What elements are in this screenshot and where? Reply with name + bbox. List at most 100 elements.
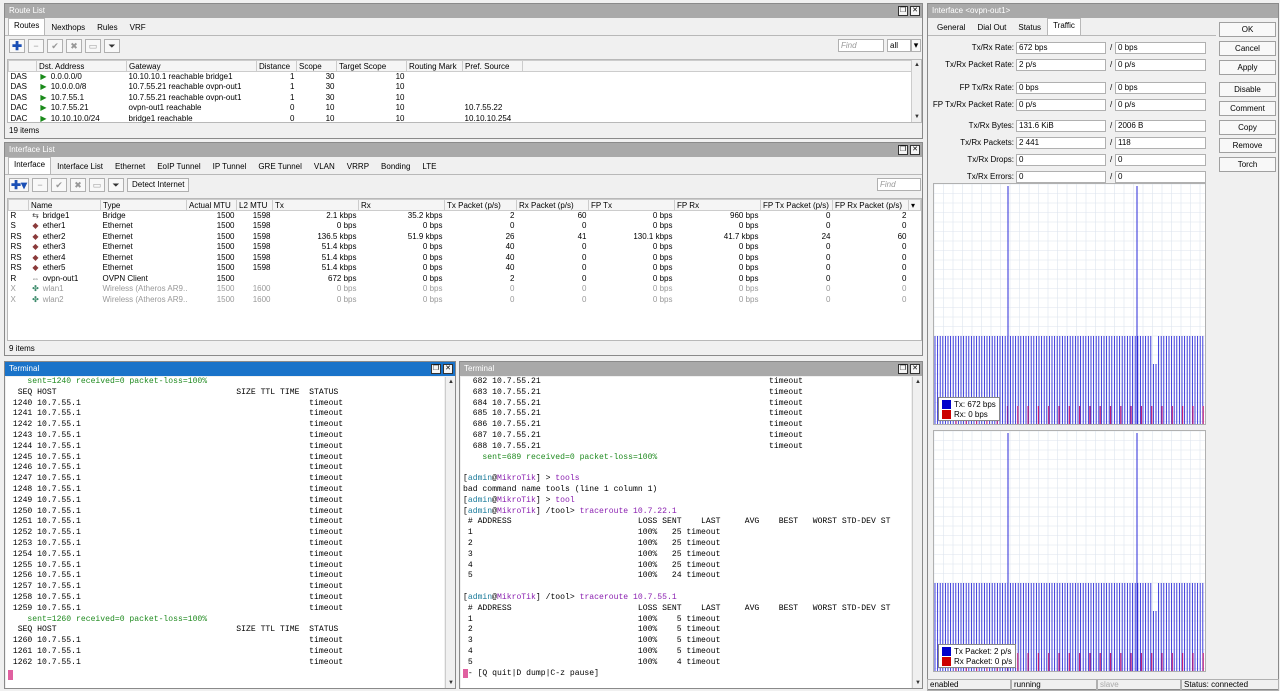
route-tab-vrf[interactable]: VRF: [124, 20, 152, 35]
interface-tab-gre-tunnel[interactable]: GRE Tunnel: [252, 159, 308, 174]
column-header-gateway[interactable]: Gateway: [126, 60, 257, 72]
route-tab-routes[interactable]: Routes: [8, 18, 46, 35]
apply-button[interactable]: Apply: [1219, 60, 1276, 75]
terminal1-output[interactable]: sent=1240 received=0 packet-loss=100% SE…: [6, 377, 444, 688]
terminal2-scrollbar[interactable]: ▲ ▼: [912, 377, 922, 688]
column-header-fp-rx-packet-p-s[interactable]: FP Rx Packet (p/s): [832, 199, 909, 211]
column-header-flag[interactable]: [8, 199, 29, 211]
route-tab-rules[interactable]: Rules: [91, 20, 123, 35]
restore-icon[interactable]: ❐: [898, 145, 908, 155]
column-header-name[interactable]: Name: [28, 199, 101, 211]
remove-button[interactable]: Remove: [1219, 138, 1276, 153]
close-icon[interactable]: ✕: [910, 364, 920, 374]
table-row[interactable]: DAC ▶ 10.10.10.0/24 bridge1 reachable 0 10 10…: [9, 114, 912, 125]
route-scrollbar[interactable]: ▲ ▼: [911, 60, 921, 122]
column-header-rx-packet-p-s[interactable]: Rx Packet (p/s): [516, 199, 589, 211]
scroll-down-icon[interactable]: ▼: [446, 678, 455, 688]
restore-icon[interactable]: ❐: [898, 6, 908, 16]
column-header-flag[interactable]: [8, 60, 37, 72]
table-row[interactable]: DAS ▶ 10.7.55.1 10.7.55.21 reachable ovpn-…: [9, 93, 912, 104]
remove-icon[interactable]: −: [32, 178, 48, 192]
route-list-titlebar[interactable]: Route List ❐ ✕: [5, 4, 922, 18]
column-header-tx[interactable]: Tx: [272, 199, 359, 211]
scroll-down-icon[interactable]: ▼: [912, 112, 922, 122]
column-menu-icon[interactable]: ▾: [908, 199, 921, 211]
interface-tab-lte[interactable]: LTE: [416, 159, 442, 174]
comment-button[interactable]: Comment: [1219, 101, 1276, 116]
column-header-tx-packet-p-s[interactable]: Tx Packet (p/s): [444, 199, 517, 211]
column-header-distance[interactable]: Distance: [256, 60, 297, 72]
scroll-up-icon[interactable]: ▲: [912, 60, 922, 70]
interface-tab-bonding[interactable]: Bonding: [375, 159, 416, 174]
terminal1-titlebar[interactable]: Terminal ❐ ✕: [5, 362, 455, 376]
interface-detail-titlebar[interactable]: Interface <ovpn-out1>: [928, 4, 1278, 18]
column-header-target-scope[interactable]: Target Scope: [336, 60, 407, 72]
disable-icon[interactable]: ✖: [70, 178, 86, 192]
disable-button[interactable]: Disable: [1219, 82, 1276, 97]
terminal2-output[interactable]: 682 10.7.55.21 timeout 683 10.7.55.21 ti…: [461, 377, 911, 688]
table-row[interactable]: S ◆ ether1 Ethernet 1500 1598 0 bps 0 bps 0 0 0 b…: [9, 221, 921, 232]
scroll-down-icon[interactable]: ▼: [913, 678, 922, 688]
add-icon[interactable]: ✚: [9, 39, 25, 53]
terminal1-scrollbar[interactable]: ▲ ▼: [445, 377, 455, 688]
column-header-l2-mtu[interactable]: L2 MTU: [236, 199, 273, 211]
table-row[interactable]: DAS ▶ 10.0.0.0/8 10.7.55.21 reachable ovpn…: [9, 82, 912, 93]
terminal2-titlebar[interactable]: Terminal ❐ ✕: [460, 362, 922, 376]
close-icon[interactable]: ✕: [443, 364, 453, 374]
column-header-rx[interactable]: Rx: [358, 199, 445, 211]
restore-icon[interactable]: ❐: [898, 364, 908, 374]
close-icon[interactable]: ✕: [910, 6, 920, 16]
interface-list-titlebar[interactable]: Interface List ❐ ✕: [5, 143, 922, 157]
interface-tab-interface[interactable]: Interface: [8, 157, 52, 174]
table-row[interactable]: R ⇔ ovpn-out1 OVPN Client 1500 672 bps 0 bps 2…: [9, 274, 921, 285]
table-row[interactable]: X ✤ wlan1 Wireless (Atheros AR9... 1500 1600…: [9, 284, 921, 295]
table-row[interactable]: X ✤ wlan2 Wireless (Atheros AR9... 1500 1600…: [9, 295, 921, 306]
column-header-dst-address[interactable]: Dst. Address: [36, 60, 127, 72]
route-find-input[interactable]: Find: [838, 39, 884, 52]
detail-tab-traffic[interactable]: Traffic: [1047, 18, 1081, 35]
detail-tab-dial-out[interactable]: Dial Out: [971, 20, 1012, 35]
table-row[interactable]: RS ◆ ether5 Ethernet 1500 1598 51.4 kbps 0 bps…: [9, 263, 921, 274]
column-header-actual-mtu[interactable]: Actual MTU: [186, 199, 237, 211]
table-row[interactable]: DAC ▶ 10.7.55.21 ovpn-out1 reachable 0 10 10 1…: [9, 103, 912, 114]
detail-tab-general[interactable]: General: [931, 20, 971, 35]
filter-icon[interactable]: ⏷: [108, 178, 124, 192]
torch-button[interactable]: Torch: [1219, 157, 1276, 172]
ok-button[interactable]: OK: [1219, 22, 1276, 37]
copy-button[interactable]: Copy: [1219, 120, 1276, 135]
route-tab-nexthops[interactable]: Nexthops: [45, 20, 91, 35]
interface-tab-interface-list[interactable]: Interface List: [51, 159, 109, 174]
enable-icon[interactable]: ✔: [51, 178, 67, 192]
close-icon[interactable]: ✕: [910, 145, 920, 155]
remove-icon[interactable]: −: [28, 39, 44, 53]
detect-internet-button[interactable]: Detect Internet: [127, 178, 190, 192]
scroll-up-icon[interactable]: ▲: [913, 377, 922, 387]
interface-tab-vrrp[interactable]: VRRP: [341, 159, 375, 174]
column-header-scope[interactable]: Scope: [296, 60, 337, 72]
column-header-fp-tx-packet-p-s[interactable]: FP Tx Packet (p/s): [760, 199, 833, 211]
comment-icon[interactable]: ▭: [85, 39, 101, 53]
detail-tab-status[interactable]: Status: [1012, 20, 1047, 35]
scroll-up-icon[interactable]: ▲: [446, 377, 455, 387]
interface-tab-eoip-tunnel[interactable]: EoIP Tunnel: [151, 159, 206, 174]
table-row[interactable]: DAS ▶ 0.0.0.0/0 10.10.10.1 reachable bridg…: [9, 72, 912, 83]
add-dropdown-icon[interactable]: ✚▾: [9, 178, 29, 192]
table-row[interactable]: RS ◆ ether4 Ethernet 1500 1598 51.4 kbps 0 bps…: [9, 253, 921, 264]
filter-icon[interactable]: ⏷: [104, 39, 120, 53]
column-header-type[interactable]: Type: [100, 199, 187, 211]
cancel-button[interactable]: Cancel: [1219, 41, 1276, 56]
table-row[interactable]: R ⇆ bridge1 Bridge 1500 1598 2.1 kbps 35.2 kbp…: [9, 211, 921, 222]
table-row[interactable]: RS ◆ ether3 Ethernet 1500 1598 51.4 kbps 0 bps…: [9, 242, 921, 253]
column-header-fp-tx[interactable]: FP Tx: [588, 199, 675, 211]
column-header-pref-source[interactable]: Pref. Source: [462, 60, 523, 72]
table-row[interactable]: RS ◆ ether2 Ethernet 1500 1598 136.5 kbps 51.9…: [9, 232, 921, 243]
comment-icon[interactable]: ▭: [89, 178, 105, 192]
column-header-fp-rx[interactable]: FP Rx: [674, 199, 761, 211]
enable-icon[interactable]: ✔: [47, 39, 63, 53]
route-filter-select[interactable]: all: [887, 39, 911, 52]
interface-tab-ethernet[interactable]: Ethernet: [109, 159, 151, 174]
disable-icon[interactable]: ✖: [66, 39, 82, 53]
interface-tab-vlan[interactable]: VLAN: [308, 159, 341, 174]
restore-icon[interactable]: ❐: [431, 364, 441, 374]
interface-tab-ip-tunnel[interactable]: IP Tunnel: [207, 159, 253, 174]
